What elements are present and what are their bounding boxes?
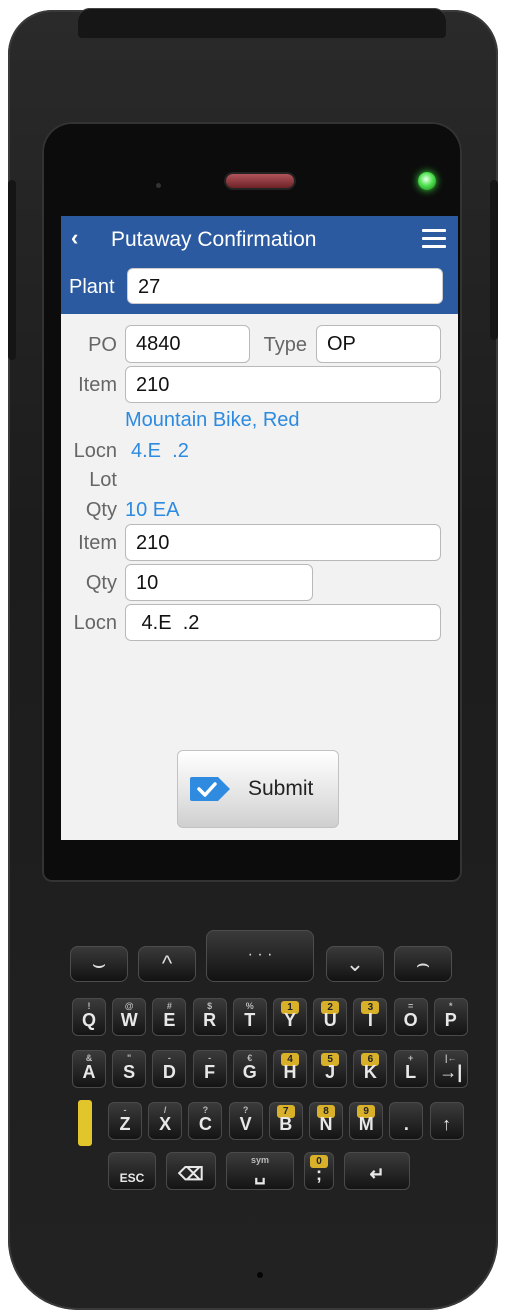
speaker-icon xyxy=(226,174,294,188)
key-[interactable]: |← →| xyxy=(433,1050,468,1088)
page-title: Putaway Confirmation xyxy=(111,228,317,251)
key-r[interactable]: $ R xyxy=(192,998,227,1036)
lot-label: Lot xyxy=(89,469,117,491)
status-led-icon xyxy=(418,172,436,190)
key-d[interactable]: -D xyxy=(152,1050,187,1088)
qty-label: Qty xyxy=(85,499,117,521)
item-label: Item xyxy=(78,374,117,396)
check-tag-icon xyxy=(190,777,230,801)
key-m[interactable]: 9M xyxy=(349,1102,384,1140)
item-input[interactable]: 210 xyxy=(125,366,441,403)
key-j[interactable]: 5J xyxy=(313,1050,348,1088)
submit-button[interactable]: Submit xyxy=(177,750,339,828)
scan-icon[interactable]: · · · xyxy=(206,930,314,982)
item-confirm-input[interactable]: 210 xyxy=(125,524,441,561)
key-v[interactable]: ? V xyxy=(228,1102,263,1140)
plant-label: Plant xyxy=(69,276,115,298)
qty-confirm-label: Qty xyxy=(85,572,117,594)
call-icon[interactable]: ⌣ xyxy=(70,946,128,982)
key-i[interactable]: 3I xyxy=(353,998,388,1036)
side-button-left[interactable] xyxy=(8,180,16,360)
key-k[interactable]: 6K xyxy=(353,1050,388,1088)
app-screen: ‹ Putaway Confirmation Plant 27 PO 4840 … xyxy=(61,216,458,840)
key-z[interactable]: -Z xyxy=(108,1102,142,1140)
key-u[interactable]: 2U xyxy=(313,998,348,1036)
up-icon[interactable]: ^ xyxy=(138,946,196,982)
item-confirm-label: Item xyxy=(78,532,117,554)
space-key[interactable]: sym ␣ xyxy=(226,1152,294,1190)
camera-icon xyxy=(156,183,161,188)
submit-label: Submit xyxy=(248,777,314,800)
key-s[interactable]: " S xyxy=(112,1050,147,1088)
key-y[interactable]: 1Y xyxy=(273,998,307,1036)
plant-bar: Plant 27 xyxy=(61,262,458,314)
key-[interactable]: . xyxy=(389,1102,424,1140)
key-p[interactable]: * P xyxy=(433,998,468,1036)
scanner-cap xyxy=(78,8,446,38)
microphone-icon xyxy=(257,1272,263,1278)
down-icon[interactable]: ⌄ xyxy=(326,946,384,982)
function-key-icon[interactable] xyxy=(78,1100,92,1146)
key-e[interactable]: # E xyxy=(152,998,187,1036)
key-q[interactable]: ! Q xyxy=(72,998,106,1036)
qty-confirm-input[interactable]: 10 xyxy=(125,564,313,601)
locn-label: Locn xyxy=(73,440,117,462)
key-h[interactable]: 4H xyxy=(273,1050,307,1088)
esc-key[interactable]: ESC xyxy=(108,1152,156,1190)
enter-icon[interactable]: ↵ xyxy=(344,1152,410,1190)
title-bar: ‹ Putaway Confirmation xyxy=(61,216,458,262)
key-a[interactable]: & A xyxy=(72,1050,106,1088)
key-[interactable]: ↑ xyxy=(429,1102,464,1140)
key-f[interactable]: -F xyxy=(192,1050,227,1088)
locn-confirm-label: Locn xyxy=(73,612,117,634)
key-o[interactable]: = O xyxy=(393,998,428,1036)
key-x[interactable]: / X xyxy=(148,1102,183,1140)
key-b[interactable]: 7B xyxy=(268,1102,303,1140)
type-label: Type xyxy=(263,334,307,356)
side-button-right[interactable] xyxy=(490,180,498,340)
backspace-icon[interactable]: ⌫ xyxy=(166,1152,216,1190)
key-w[interactable]: @ W xyxy=(112,998,147,1036)
hamburger-menu-icon[interactable] xyxy=(422,229,446,249)
po-label: PO xyxy=(88,334,117,356)
locn-confirm-input[interactable]: 4.E .2 xyxy=(125,604,441,641)
back-icon[interactable]: ‹ xyxy=(71,225,78,251)
end-call-icon[interactable]: ⌢ xyxy=(394,946,452,982)
qty-value: 10 EA xyxy=(125,499,180,521)
key-c[interactable]: ? C xyxy=(188,1102,223,1140)
semicolon-key[interactable]: 0; xyxy=(304,1152,334,1190)
type-input[interactable]: OP xyxy=(316,325,441,363)
key-l[interactable]: + L xyxy=(393,1050,428,1088)
item-description: Mountain Bike, Red xyxy=(125,409,300,431)
locn-value: 4.E .2 xyxy=(131,440,189,462)
key-t[interactable]: % T xyxy=(232,998,267,1036)
key-n[interactable]: 8N xyxy=(309,1102,343,1140)
key-g[interactable]: € G xyxy=(232,1050,267,1088)
plant-input[interactable]: 27 xyxy=(127,268,443,304)
po-input[interactable]: 4840 xyxy=(125,325,250,363)
